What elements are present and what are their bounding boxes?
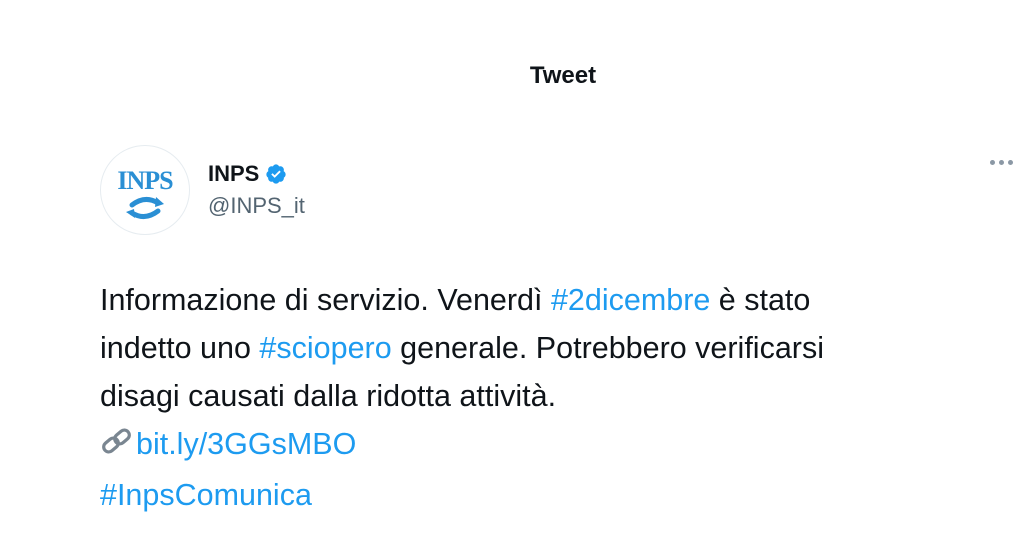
tweet-page: Tweet INPS INPS @INPS_it Informazione di…: [0, 0, 1024, 533]
avatar[interactable]: INPS: [100, 145, 190, 235]
hashtag-inpscomunica[interactable]: #InpsComunica: [100, 478, 312, 512]
name-line: INPS: [208, 161, 305, 187]
tweet-line-5: #InpsComunica: [100, 471, 980, 519]
tweet-text: Informazione di servizio. Venerdì #2dice…: [100, 276, 980, 519]
tweet-line-3: disagi causati dalla ridotta attività.: [100, 372, 980, 420]
tweet-line-2: indetto uno #sciopero generale. Potrebbe…: [100, 324, 980, 372]
page-title: Tweet: [529, 62, 597, 89]
verified-badge-icon: [265, 163, 287, 185]
dot: [1008, 160, 1013, 165]
more-options-icon[interactable]: [990, 160, 1013, 165]
tweet-text-segment: è stato: [710, 283, 811, 317]
tweet-text-segment: Informazione di servizio. Venerdì: [100, 283, 551, 317]
logo-text: INPS: [117, 166, 173, 195]
tweet-text-segment: disagi causati dalla ridotta attività.: [100, 379, 557, 413]
tweet-author: INPS INPS @INPS_it: [100, 145, 305, 235]
hashtag-sciopero[interactable]: #sciopero: [259, 331, 391, 365]
tweet-text-segment: indetto uno: [100, 331, 260, 365]
inps-logo-icon: INPS: [117, 166, 174, 219]
hashtag-2dicembre[interactable]: #2dicembre: [551, 283, 710, 317]
tweet-text-segment: generale. Potrebbero verificarsi: [391, 331, 824, 365]
handle[interactable]: @INPS_it: [208, 193, 305, 219]
display-name[interactable]: INPS: [208, 161, 259, 187]
tweet-line-4: bit.ly/3GGsMBO: [100, 420, 980, 471]
dot: [999, 160, 1004, 165]
short-link[interactable]: bit.ly/3GGsMBO: [136, 427, 356, 461]
dot: [990, 160, 995, 165]
link-icon: [100, 423, 134, 471]
author-info: INPS @INPS_it: [208, 161, 305, 219]
tweet-line-1: Informazione di servizio. Venerdì #2dice…: [100, 276, 980, 324]
